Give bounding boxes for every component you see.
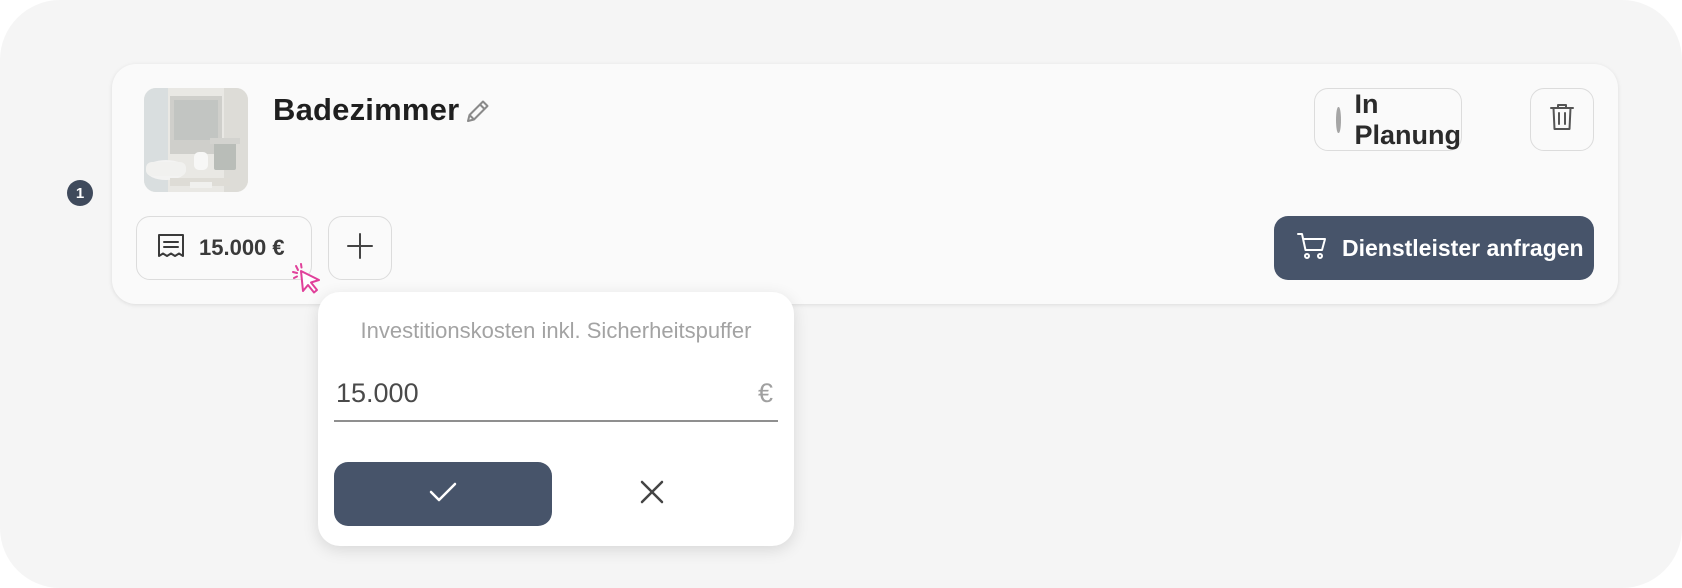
room-title: Badezimmer [273,92,460,127]
step-number-badge: 1 [67,180,93,206]
status-dot [1336,106,1341,133]
investment-cost-label: 15.000 € [199,235,285,260]
cost-field-label: Investitionskosten inkl. Sicherheitspuff… [360,318,752,343]
room-thumbnail [144,88,248,192]
cost-input[interactable] [334,372,778,422]
cancel-button[interactable] [618,462,686,526]
close-icon [639,479,665,510]
confirm-button[interactable] [334,462,552,526]
check-icon [428,480,458,509]
plus-icon [346,232,374,265]
pencil-icon[interactable] [463,96,493,126]
cost-edit-popover: Investitionskosten inkl. Sicherheitspuff… [318,292,794,546]
request-provider-label: Dienstleister anfragen [1342,234,1584,261]
cart-icon [1296,232,1328,265]
currency-unit: € [758,378,774,408]
status-label: In Planung [1354,88,1462,150]
request-provider-button[interactable]: Dienstleister anfragen [1274,216,1594,280]
delete-button[interactable] [1530,88,1594,151]
investment-cost-button[interactable]: 15.000 € [136,216,312,280]
room-card: Badezimmer In Planung 15.000 € Dienstlei… [112,64,1618,304]
status-dropdown[interactable]: In Planung [1314,88,1462,151]
add-button[interactable] [328,216,392,280]
receipt-icon [157,233,185,264]
trash-icon [1549,102,1575,137]
